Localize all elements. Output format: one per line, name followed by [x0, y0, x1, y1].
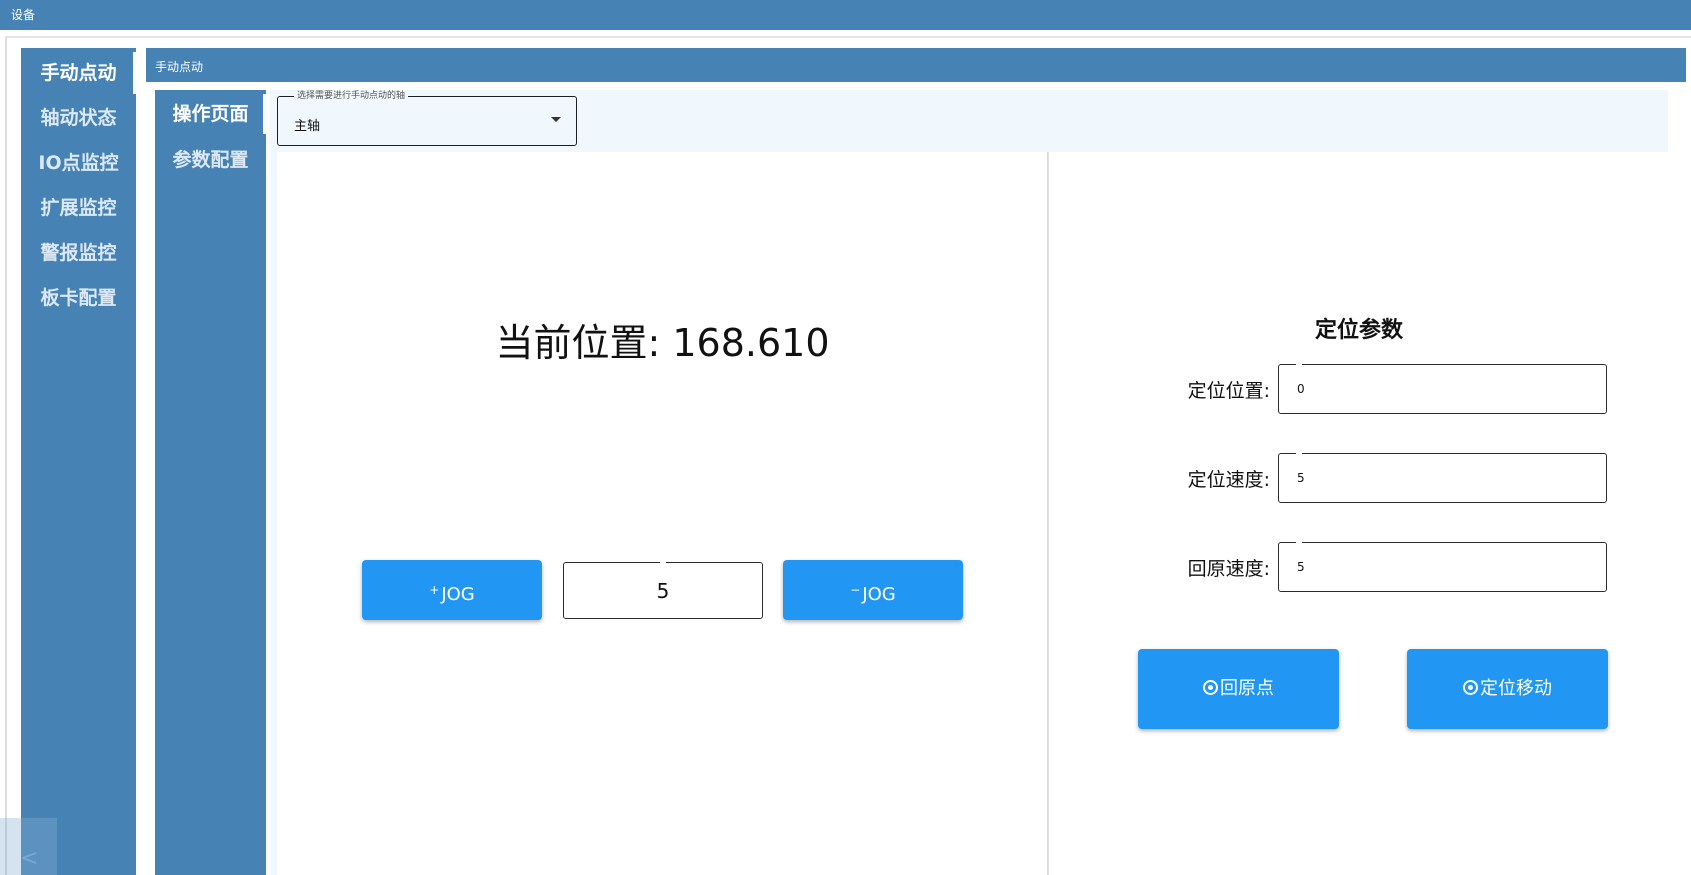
page-header: 手动点动 — [146, 48, 1686, 82]
axis-select-value: 主轴 — [294, 119, 321, 134]
move-button-label: 定位移动 — [1480, 678, 1552, 699]
target-icon — [1203, 680, 1218, 695]
chevron-left-icon: < — [20, 846, 39, 871]
jog-minus-label: JOG — [862, 584, 896, 605]
nav-item-extension-monitor[interactable]: 扩展监控 — [21, 185, 136, 231]
collapse-nav-button[interactable]: < — [0, 818, 57, 875]
tab-operation-page[interactable]: 操作页面 — [155, 91, 266, 137]
nav-item-label: 手动点动 — [40, 62, 117, 84]
tab-label: 操作页面 — [172, 103, 249, 125]
jog-panel: 当前位置: 168.610 +JOG −JOG — [277, 152, 1048, 875]
move-button[interactable]: 定位移动 — [1407, 649, 1608, 729]
nav-item-manual-jog[interactable]: 手动点动 — [21, 50, 136, 96]
input-notch — [1296, 451, 1302, 455]
home-button-label: 回原点 — [1220, 678, 1274, 699]
position-label: 定位位置: — [1187, 380, 1270, 402]
page-title: 手动点动 — [155, 60, 204, 74]
speed-label: 定位速度: — [1187, 469, 1270, 491]
window-border — [5, 36, 1691, 38]
input-notch — [660, 560, 666, 564]
window-title: 设备 — [11, 8, 36, 22]
main-nav: 手动点动 轴动状态 IO点监控 扩展监控 警报监控 板卡配置 — [21, 48, 136, 875]
jog-plus-label: JOG — [441, 584, 475, 605]
jog-minus-button[interactable]: − JOG — [783, 560, 963, 620]
nav-item-label: 警报监控 — [40, 242, 117, 264]
home-speed-label: 回原速度: — [1187, 558, 1270, 580]
tab-label: 参数配置 — [172, 149, 249, 171]
sub-nav: 操作页面 参数配置 — [155, 90, 266, 875]
home-button[interactable]: 回原点 — [1138, 649, 1339, 729]
nav-item-alarm-monitor[interactable]: 警报监控 — [21, 230, 136, 276]
window-border — [5, 38, 7, 875]
nav-item-board-config[interactable]: 板卡配置 — [21, 275, 136, 321]
nav-item-label: IO点监控 — [38, 152, 119, 174]
positioning-title: 定位参数 — [1314, 318, 1403, 343]
dropdown-caret-icon — [551, 117, 561, 122]
plus-icon: + — [429, 583, 440, 597]
tab-parameter-config[interactable]: 参数配置 — [155, 137, 266, 183]
input-notch — [1296, 540, 1302, 544]
nav-item-label: 轴动状态 — [40, 107, 117, 129]
target-icon — [1463, 680, 1478, 695]
axis-select-legend: 选择需要进行手动点动的轴 — [294, 90, 409, 102]
nav-item-io-monitor[interactable]: IO点监控 — [21, 140, 136, 186]
jog-plus-button[interactable]: + JOG — [362, 560, 542, 620]
speed-input[interactable] — [1278, 453, 1607, 503]
input-notch — [1296, 362, 1302, 366]
nav-item-label: 扩展监控 — [40, 197, 117, 219]
window-title-bar: 设备 — [0, 0, 1691, 30]
jog-step-input[interactable] — [563, 562, 763, 619]
home-speed-input[interactable] — [1278, 542, 1607, 592]
nav-item-axis-status[interactable]: 轴动状态 — [21, 95, 136, 141]
current-position-readout: 当前位置: 168.610 — [495, 321, 830, 365]
minus-icon: − — [850, 583, 861, 597]
nav-item-label: 板卡配置 — [40, 287, 117, 309]
positioning-panel: 定位参数 定位位置: 定位速度: 回原速度: 回原点 定位移动 — [1048, 152, 1668, 875]
axis-select[interactable]: 选择需要进行手动点动的轴 主轴 — [277, 90, 577, 146]
position-input[interactable] — [1278, 364, 1607, 414]
